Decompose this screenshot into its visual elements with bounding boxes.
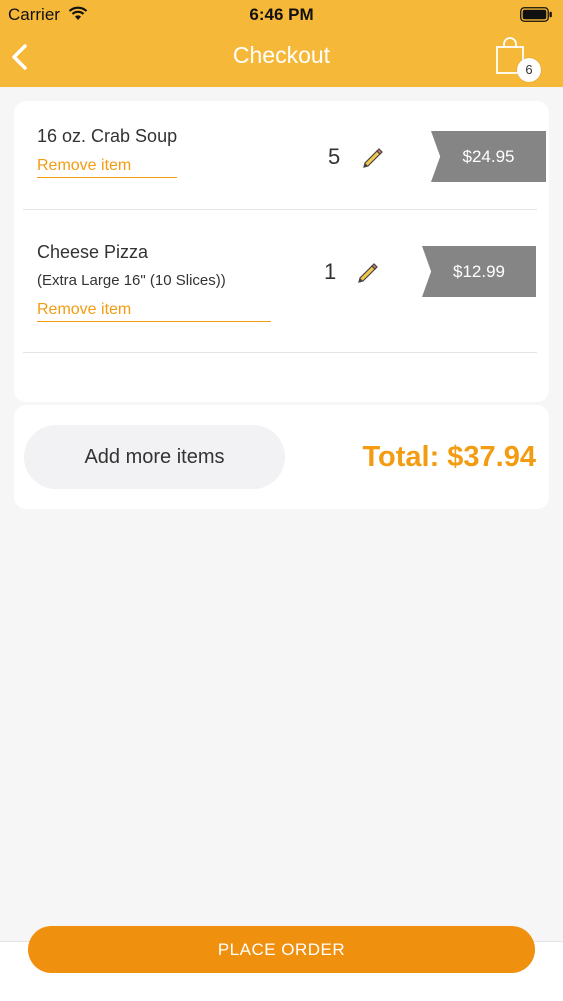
item-quantity: 5 [328,144,341,169]
order-item: 16 oz. Crab Soup Remove item 5 $24.95 [14,101,549,211]
add-more-items-button[interactable]: Add more items [24,425,285,489]
remove-item-link[interactable]: Remove item [37,301,271,322]
pencil-icon[interactable] [361,145,385,169]
item-name: Cheese Pizza [37,242,149,262]
item-quantity: 1 [324,259,337,284]
page-title: Checkout [232,42,331,68]
order-total: Total: $37.94 [362,441,536,473]
item-divider [23,352,537,353]
battery-icon [520,7,552,22]
place-order-button[interactable]: PLACE ORDER [28,926,535,973]
remove-item-link[interactable]: Remove item [37,157,177,178]
status-time: 6:46 PM [249,5,314,24]
status-bar: Carrier 6:46 PM [0,0,563,30]
item-name: 16 oz. Crab Soup [37,126,178,146]
order-item: Cheese Pizza (Extra Large 16" (10 Slices… [14,210,549,353]
order-items-card: 16 oz. Crab Soup Remove item 5 $24.95 Ch… [14,101,549,402]
item-option: (Extra Large 16" (10 Slices)) [37,272,226,289]
header-bar: Carrier 6:46 PM Checkout 6 [0,0,563,87]
order-summary-card: Add more items Total: $37.94 [14,405,549,509]
item-price-tag: $24.95 [431,131,546,182]
nav-bar: Checkout 6 [0,30,563,87]
pencil-icon[interactable] [356,260,380,284]
item-price-tag: $12.99 [422,246,536,297]
cart-count-badge: 6 [517,58,541,82]
